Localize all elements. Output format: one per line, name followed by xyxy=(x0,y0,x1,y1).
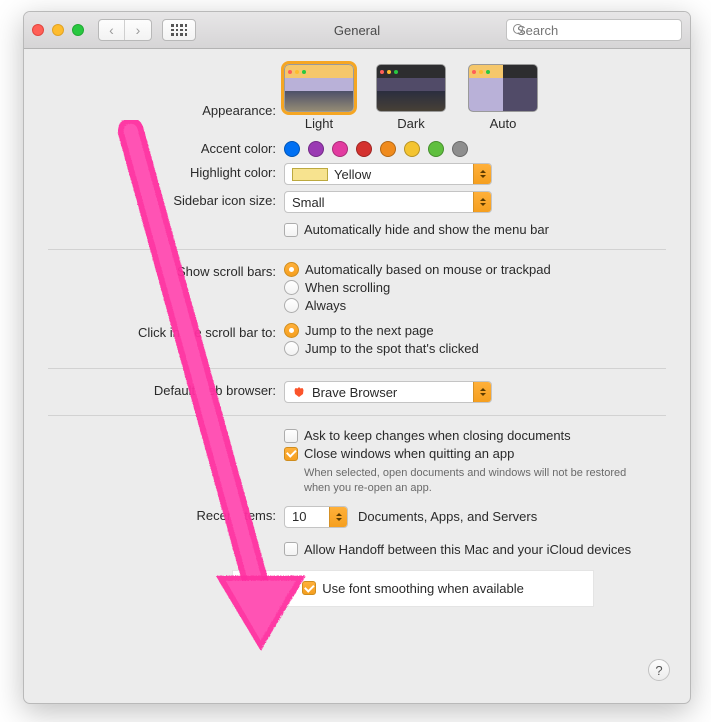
click-scrollbar-label: Click in the scroll bar to: xyxy=(48,323,284,340)
highlight-swatch xyxy=(292,168,328,181)
accent-color-label: Accent color: xyxy=(48,139,284,156)
sidebar-size-value: Small xyxy=(292,195,325,210)
default-browser-label: Default web browser: xyxy=(48,381,284,398)
minimize-window-button[interactable] xyxy=(52,24,64,36)
appearance-auto-label: Auto xyxy=(490,116,517,131)
close-windows-checkbox[interactable]: Close windows when quitting an app xyxy=(284,446,666,461)
click-scrollbar-spot-radio[interactable]: Jump to the spot that's clicked xyxy=(284,341,666,356)
accent-yellow[interactable] xyxy=(404,141,420,157)
stepper-icon xyxy=(473,164,491,184)
help-button[interactable]: ? xyxy=(648,659,670,681)
scrollbars-when-scrolling-radio[interactable]: When scrolling xyxy=(284,280,666,295)
checkbox-icon xyxy=(284,447,298,461)
highlight-color-select[interactable]: Yellow xyxy=(284,163,492,185)
checkbox-icon xyxy=(284,542,298,556)
window-controls xyxy=(32,24,84,36)
sidebar-size-label: Sidebar icon size: xyxy=(48,191,284,208)
close-window-button[interactable] xyxy=(32,24,44,36)
preferences-content: Appearance: Light Dark Auto xyxy=(24,49,690,630)
scrollbars-auto-radio[interactable]: Automatically based on mouse or trackpad xyxy=(284,262,666,277)
back-button[interactable]: ‹ xyxy=(99,20,125,40)
radio-icon xyxy=(284,280,299,295)
separator xyxy=(48,249,666,250)
recent-items-value: 10 xyxy=(292,509,306,524)
appearance-light-label: Light xyxy=(305,116,333,131)
show-all-button[interactable] xyxy=(162,19,196,41)
separator xyxy=(48,368,666,369)
brave-icon xyxy=(292,385,306,399)
search-input[interactable] xyxy=(517,23,691,38)
radio-icon xyxy=(284,262,299,277)
appearance-dark-label: Dark xyxy=(397,116,424,131)
appearance-option-auto[interactable]: Auto xyxy=(468,64,538,131)
accent-blue[interactable] xyxy=(284,141,300,157)
grid-icon xyxy=(171,24,187,36)
chevron-right-icon: › xyxy=(136,22,141,38)
accent-red[interactable] xyxy=(356,141,372,157)
font-smoothing-highlight: Use font smoothing when available xyxy=(233,571,593,606)
accent-graphite[interactable] xyxy=(452,141,468,157)
allow-handoff-checkbox[interactable]: Allow Handoff between this Mac and your … xyxy=(284,542,666,557)
appearance-option-light[interactable]: Light xyxy=(284,64,354,131)
accent-purple[interactable] xyxy=(308,141,324,157)
auto-hide-menubar-checkbox[interactable]: Automatically hide and show the menu bar xyxy=(284,222,666,237)
accent-orange[interactable] xyxy=(380,141,396,157)
chevron-left-icon: ‹ xyxy=(109,22,114,38)
stepper-icon xyxy=(473,192,491,212)
close-windows-note: When selected, open documents and window… xyxy=(284,464,644,500)
accent-green[interactable] xyxy=(428,141,444,157)
accent-color-picker xyxy=(284,139,666,157)
appearance-label: Appearance: xyxy=(48,77,284,118)
click-scrollbar-next-page-radio[interactable]: Jump to the next page xyxy=(284,323,666,338)
default-browser-select[interactable]: Brave Browser xyxy=(284,381,492,403)
nav-back-forward: ‹ › xyxy=(98,19,152,41)
separator xyxy=(48,415,666,416)
show-scrollbars-label: Show scroll bars: xyxy=(48,262,284,279)
help-icon: ? xyxy=(655,663,662,678)
general-preferences-window: ‹ › General Appearance: Light xyxy=(23,11,691,704)
titlebar: ‹ › General xyxy=(24,12,690,49)
font-smoothing-checkbox[interactable]: Use font smoothing when available xyxy=(302,581,524,596)
ask-keep-changes-checkbox[interactable]: Ask to keep changes when closing documen… xyxy=(284,428,666,443)
highlight-value: Yellow xyxy=(334,167,371,182)
highlight-color-label: Highlight color: xyxy=(48,163,284,180)
accent-pink[interactable] xyxy=(332,141,348,157)
stepper-icon xyxy=(329,507,347,527)
sidebar-size-select[interactable]: Small xyxy=(284,191,492,213)
recent-items-select[interactable]: 10 xyxy=(284,506,348,528)
recent-items-suffix: Documents, Apps, and Servers xyxy=(358,509,537,524)
auto-hide-menubar-label: Automatically hide and show the menu bar xyxy=(304,222,549,237)
radio-icon xyxy=(284,323,299,338)
radio-icon xyxy=(284,298,299,313)
checkbox-icon xyxy=(284,429,298,443)
zoom-window-button[interactable] xyxy=(72,24,84,36)
scrollbars-always-radio[interactable]: Always xyxy=(284,298,666,313)
recent-items-label: Recent items: xyxy=(48,506,284,523)
appearance-option-dark[interactable]: Dark xyxy=(376,64,446,131)
search-field[interactable] xyxy=(506,19,682,41)
radio-icon xyxy=(284,341,299,356)
forward-button[interactable]: › xyxy=(125,20,151,40)
stepper-icon xyxy=(473,382,491,402)
checkbox-icon xyxy=(284,223,298,237)
checkbox-icon xyxy=(302,581,316,595)
default-browser-value: Brave Browser xyxy=(312,385,397,400)
